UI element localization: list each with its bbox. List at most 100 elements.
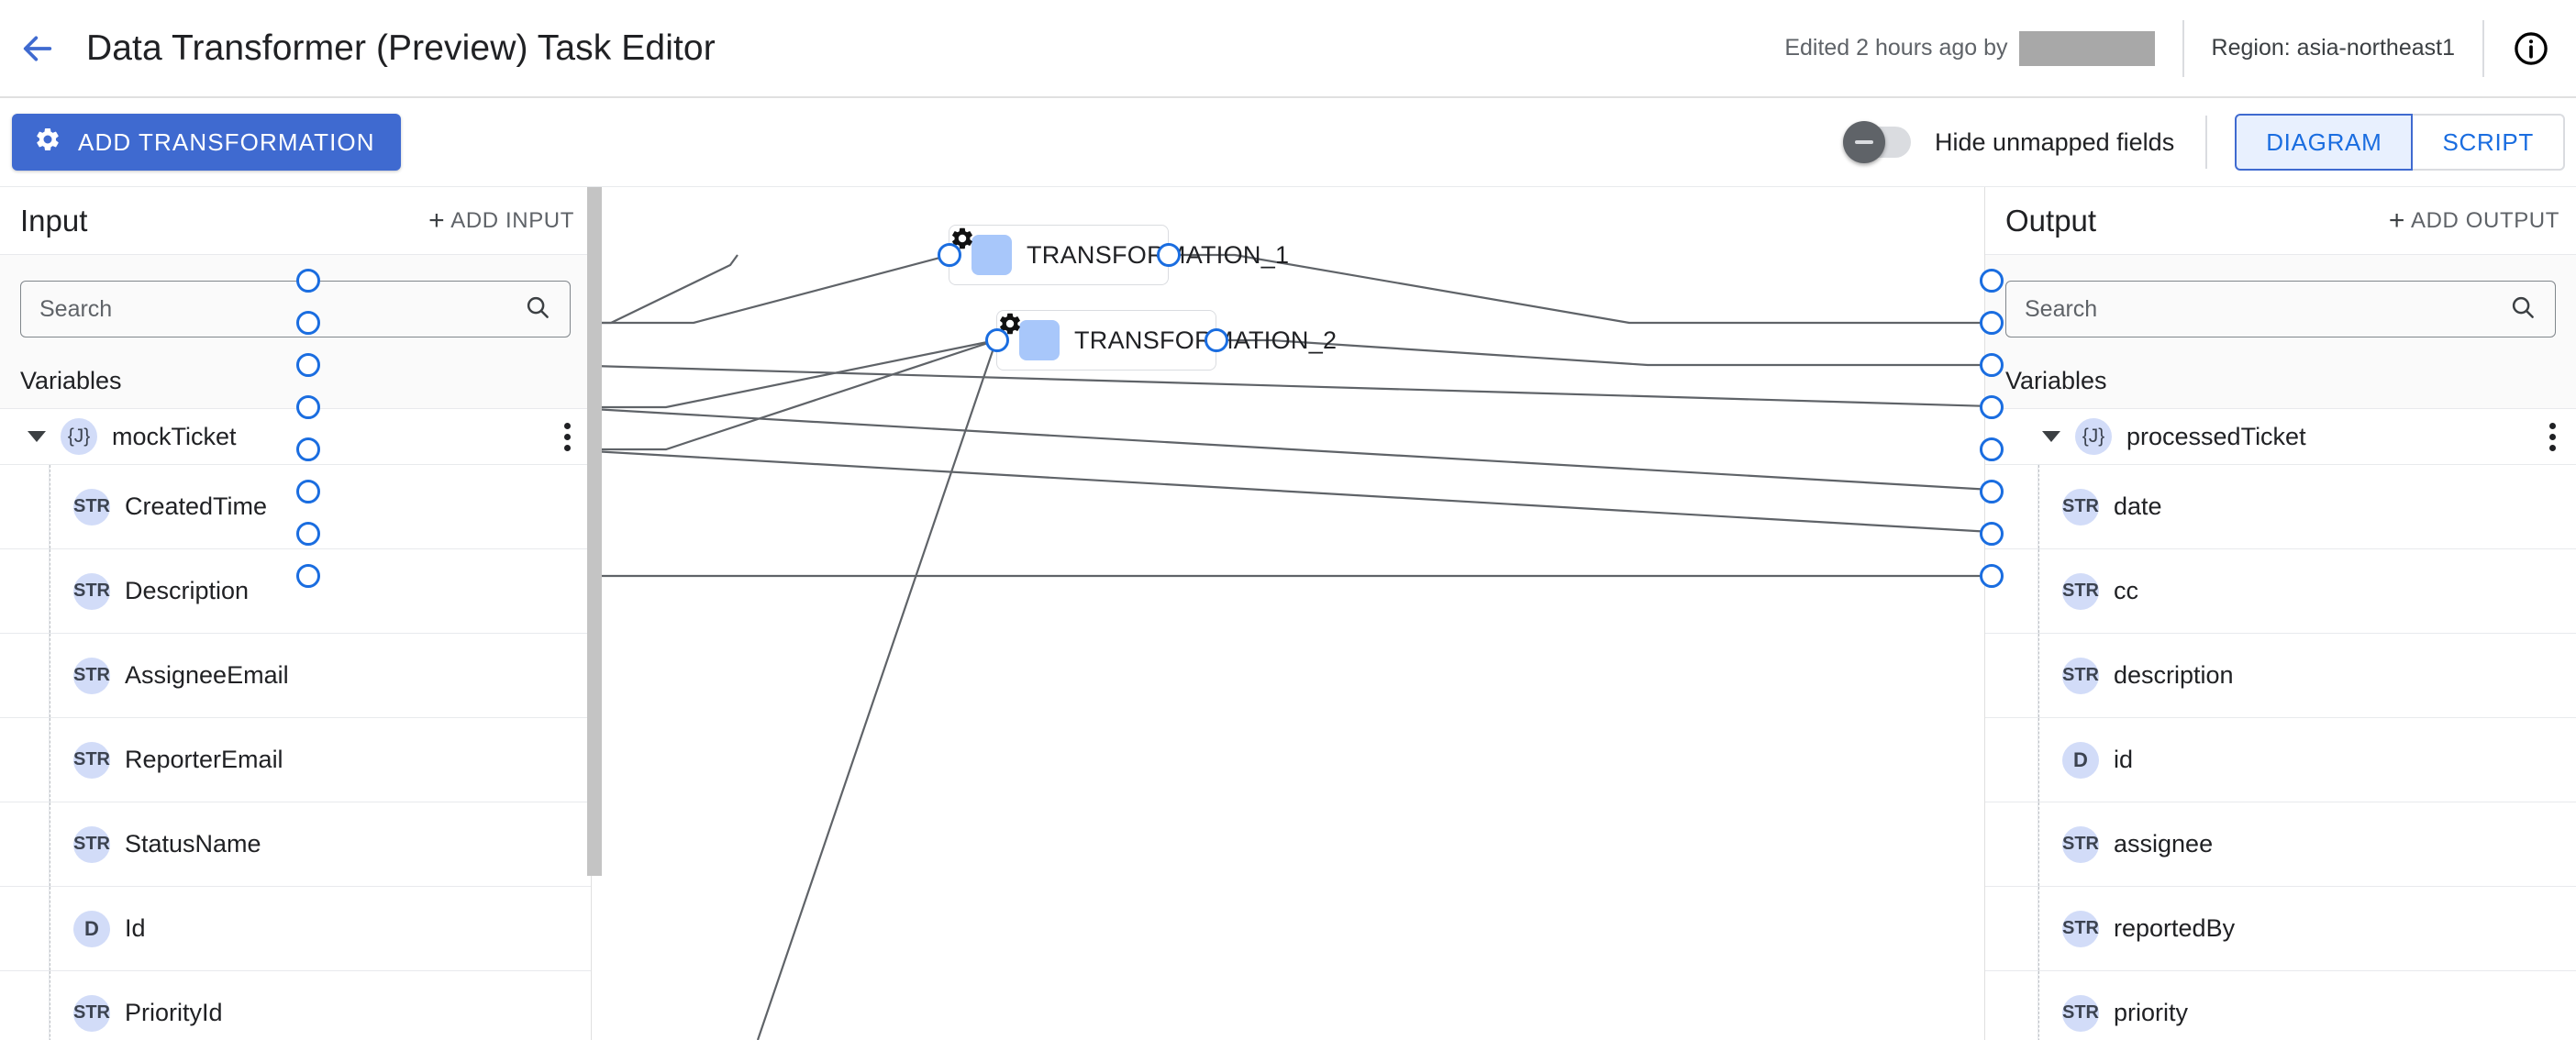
toolbar-divider <box>2205 116 2208 169</box>
port-output-description[interactable] <box>1980 395 2004 419</box>
output-panel: Output + ADD OUTPUT Variables <box>1980 187 2576 1040</box>
input-panel: Input + ADD INPUT Variables <box>0 187 602 1040</box>
type-badge-str: STR <box>73 825 110 863</box>
list-item[interactable]: STR assignee <box>1985 802 2576 887</box>
field-label: reportedBy <box>2114 914 2236 942</box>
port-input-statusname[interactable] <box>296 480 320 503</box>
page-title: Data Transformer (Preview) Task Editor <box>86 28 716 68</box>
list-item[interactable]: STR reportedBy <box>1985 887 2576 971</box>
input-root-row[interactable]: {J} mockTicket <box>0 408 591 465</box>
chevron-down-icon[interactable] <box>2042 431 2060 442</box>
port-transformation1-in[interactable] <box>938 243 961 267</box>
input-title: Input <box>20 203 88 238</box>
add-output-label: ADD OUTPUT <box>2411 207 2559 233</box>
list-item[interactable]: STR CreatedTime <box>0 465 591 549</box>
output-search-field[interactable] <box>2025 295 2509 323</box>
port-input-description[interactable] <box>296 353 320 377</box>
edited-by-label: Edited 2 hours ago by <box>1784 35 2008 61</box>
edge-reporteremail-to-reportedby <box>593 449 1983 533</box>
output-root-row[interactable]: {J} processedTicket <box>1985 408 2576 465</box>
chevron-down-icon[interactable] <box>28 431 46 442</box>
type-badge-str: STR <box>2062 994 2099 1032</box>
field-label: assignee <box>2114 830 2214 857</box>
edge-description-to-description <box>593 364 1983 407</box>
input-root-name: mockTicket <box>112 422 237 450</box>
indent-column <box>1985 971 2038 1040</box>
port-transformation1-out[interactable] <box>1157 243 1181 267</box>
add-output-button[interactable]: + ADD OUTPUT <box>2389 206 2559 235</box>
port-output-date[interactable] <box>1980 311 2004 335</box>
port-input-priorityid[interactable] <box>296 564 320 588</box>
list-item[interactable]: STR AssigneeEmail <box>0 634 591 718</box>
mapping-canvas[interactable]: TRANSFORMATION_1 TRANSFORMATION_2 <box>593 187 1983 1040</box>
list-item[interactable]: STR date <box>1985 465 2576 549</box>
list-item[interactable]: STR PriorityId <box>0 971 591 1040</box>
port-output-assignee[interactable] <box>1980 480 2004 503</box>
transformation-node-2[interactable]: TRANSFORMATION_2 <box>996 310 1337 371</box>
list-item[interactable]: STR description <box>1985 634 2576 718</box>
port-input-id[interactable] <box>296 522 320 546</box>
indent-guide <box>2038 634 2039 717</box>
output-panel-header: Output + ADD OUTPUT <box>1985 187 2576 255</box>
list-item[interactable]: STR ReporterEmail <box>0 718 591 802</box>
port-output-cc[interactable] <box>1980 353 2004 377</box>
transformation-node-1[interactable]: TRANSFORMATION_1 <box>949 225 1289 285</box>
add-transformation-button[interactable]: ADD TRANSFORMATION <box>12 114 401 171</box>
field-label: StatusName <box>125 830 261 857</box>
indent-column <box>0 634 50 717</box>
port-input-reporteremail[interactable] <box>296 437 320 461</box>
type-badge-str: STR <box>73 741 110 779</box>
type-badge-double: D <box>73 910 110 947</box>
indent-guide <box>2038 549 2039 633</box>
list-item[interactable]: STR Description <box>0 549 591 634</box>
list-item[interactable]: STR cc <box>1985 549 2576 634</box>
output-root-menu-icon[interactable] <box>2549 422 2556 451</box>
port-output-priority[interactable] <box>1980 564 2004 588</box>
port-transformation2-in[interactable] <box>985 328 1009 352</box>
type-badge-str: STR <box>73 994 110 1032</box>
input-tree: {J} mockTicket STR CreatedTime STR Descr… <box>0 408 591 1040</box>
port-transformation2-out[interactable] <box>1205 328 1228 352</box>
indent-column <box>0 887 50 970</box>
info-icon[interactable] <box>2512 29 2550 68</box>
output-search-wrap <box>1985 255 2576 337</box>
indent-guide <box>2038 802 2039 886</box>
search-icon <box>2509 293 2537 326</box>
back-button[interactable] <box>9 20 66 77</box>
input-search-field[interactable] <box>39 295 524 323</box>
input-panel-header: Input + ADD INPUT <box>0 187 591 255</box>
list-item[interactable]: STR priority <box>1985 971 2576 1040</box>
input-panel-scrollbar[interactable] <box>587 187 602 876</box>
arrow-left-icon <box>19 30 56 67</box>
port-input-createdtime[interactable] <box>296 311 320 335</box>
tab-diagram[interactable]: DIAGRAM <box>2235 114 2414 171</box>
list-item[interactable]: D Id <box>0 887 591 971</box>
port-input-assigneeemail[interactable] <box>296 395 320 419</box>
field-label: Description <box>125 577 250 604</box>
port-output-reportedby[interactable] <box>1980 522 2004 546</box>
indent-column <box>0 802 50 886</box>
field-label: id <box>2114 746 2134 773</box>
input-search-wrap <box>0 255 591 337</box>
port-output-id[interactable] <box>1980 437 2004 461</box>
port-input-root[interactable] <box>296 269 320 293</box>
type-badge-str: STR <box>2062 572 2099 610</box>
input-root-menu-icon[interactable] <box>564 422 571 451</box>
indent-column <box>1985 549 2038 633</box>
indent-column <box>0 549 50 633</box>
list-item[interactable]: STR StatusName <box>0 802 591 887</box>
hide-unmapped-fields-toggle[interactable] <box>1843 121 1912 163</box>
data-transformer-task-editor: Data Transformer (Preview) Task Editor E… <box>0 0 2576 1040</box>
list-item[interactable]: D id <box>1985 718 2576 802</box>
plus-icon: + <box>428 205 446 236</box>
field-label: ReporterEmail <box>125 746 283 773</box>
type-badge-str: STR <box>2062 910 2099 947</box>
input-search-box[interactable] <box>20 281 571 337</box>
output-search-box[interactable] <box>2005 281 2556 337</box>
type-badge-str: STR <box>73 572 110 610</box>
view-mode-tabs: DIAGRAM SCRIPT <box>2235 114 2565 171</box>
tab-script[interactable]: SCRIPT <box>2413 114 2565 171</box>
port-output-root[interactable] <box>1980 269 2004 293</box>
add-input-button[interactable]: + ADD INPUT <box>428 205 574 236</box>
toolbar-right-group: Hide unmapped fields DIAGRAM SCRIPT <box>1843 98 2576 186</box>
